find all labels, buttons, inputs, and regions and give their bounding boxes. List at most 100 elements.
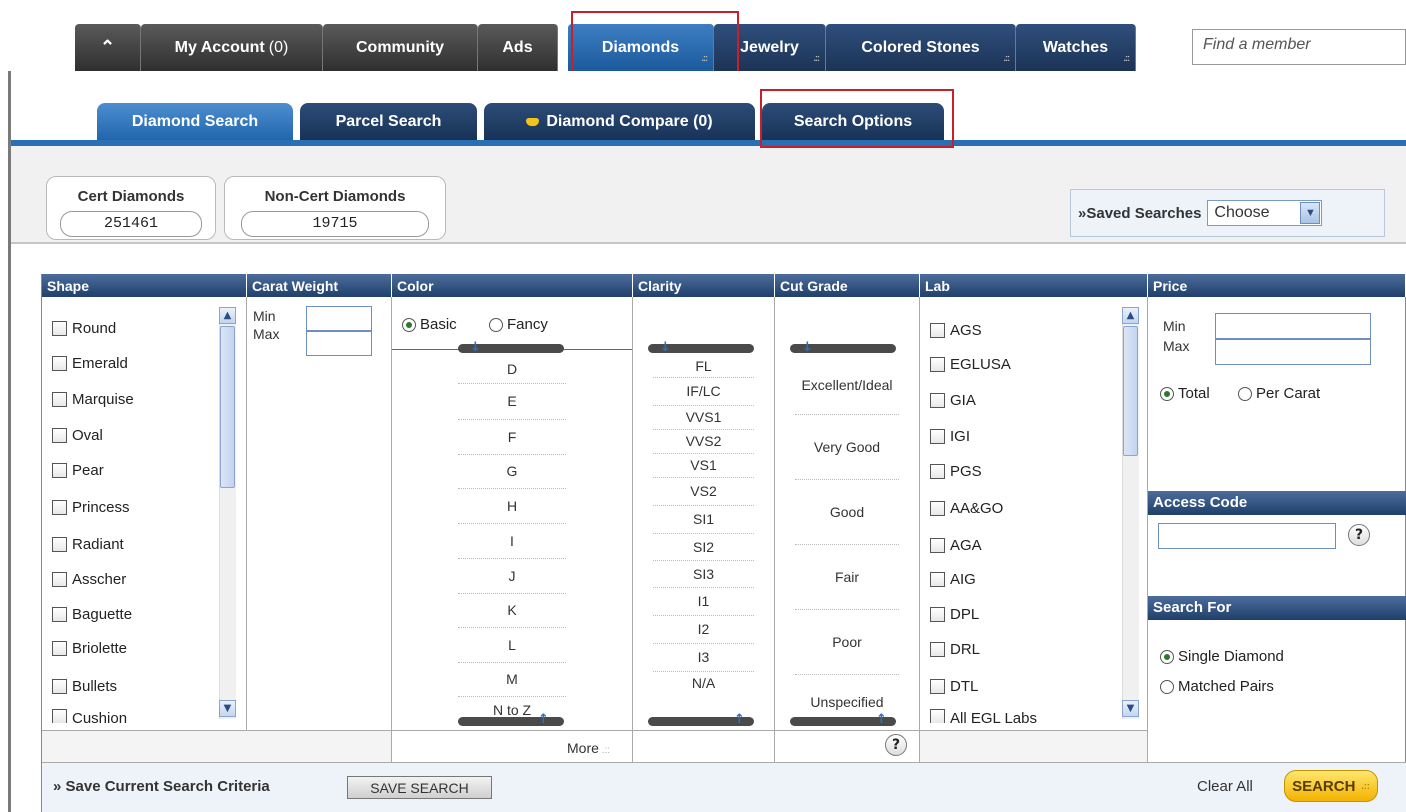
carat-max-input[interactable] — [306, 331, 372, 356]
scroll-up-icon[interactable]: ▲ — [219, 307, 236, 324]
slider-handle-icon[interactable]: ↑ — [876, 713, 888, 726]
tab-search-options[interactable]: Search Options — [762, 103, 944, 140]
clarity-option[interactable]: I3 — [653, 644, 754, 672]
clarity-option[interactable]: I2 — [653, 616, 754, 644]
home-tab[interactable]: ⌃ — [75, 24, 141, 71]
saved-search-select[interactable]: Choose ▼ — [1207, 200, 1323, 226]
lab-option[interactable]: AGA — [930, 534, 982, 556]
clarity-option[interactable]: VS2 — [653, 478, 754, 506]
non-cert-diamonds-count[interactable]: Non-Cert Diamonds 19715 — [224, 176, 446, 240]
lab-option[interactable]: AIG — [930, 568, 976, 590]
clarity-option[interactable]: N/A — [653, 672, 754, 694]
checkbox[interactable] — [52, 499, 67, 515]
radio-icon[interactable] — [402, 317, 416, 332]
chevron-down-icon[interactable]: ▼ — [1300, 202, 1321, 224]
clarity-option[interactable]: VS1 — [653, 454, 754, 478]
slider-handle-icon[interactable]: ↓ — [660, 341, 672, 354]
cut-option[interactable]: Fair — [795, 545, 899, 610]
radio-icon[interactable] — [1238, 386, 1252, 401]
find-member-input[interactable]: Find a member — [1192, 29, 1406, 65]
checkbox[interactable] — [52, 355, 67, 371]
lab-option[interactable]: AGS — [930, 319, 982, 341]
matched-pairs-radio[interactable]: Matched Pairs — [1160, 678, 1274, 695]
checkbox[interactable] — [930, 322, 945, 338]
price-max-input[interactable] — [1215, 339, 1371, 365]
lab-option[interactable]: DPL — [930, 603, 979, 625]
scroll-down-icon[interactable]: ▼ — [219, 700, 236, 717]
color-fancy-radio[interactable]: Fancy — [489, 316, 548, 333]
lab-option[interactable]: All EGL Labs — [930, 707, 1037, 723]
lab-option[interactable]: EGLUSA — [930, 353, 1011, 375]
scroll-up-icon[interactable]: ▲ — [1122, 307, 1139, 324]
lab-option[interactable]: IGI — [930, 425, 970, 447]
checkbox[interactable] — [52, 462, 67, 478]
radio-icon[interactable] — [1160, 679, 1174, 694]
color-option[interactable]: I — [458, 524, 566, 559]
checkbox[interactable] — [52, 571, 67, 587]
shape-option[interactable]: Bullets — [52, 675, 117, 697]
checkbox[interactable] — [52, 536, 67, 552]
cut-option[interactable]: Poor — [795, 610, 899, 675]
scroll-thumb[interactable] — [220, 326, 235, 488]
checkbox[interactable] — [930, 606, 945, 622]
checkbox[interactable] — [930, 678, 945, 694]
checkbox[interactable] — [52, 678, 67, 694]
clarity-option[interactable]: VVS2 — [653, 430, 754, 454]
single-diamond-radio[interactable]: Single Diamond — [1160, 648, 1284, 665]
lab-option[interactable]: AA&GO — [930, 497, 1003, 519]
tab-diamond-compare[interactable]: Diamond Compare (0) — [484, 103, 755, 140]
tab-community[interactable]: Community — [323, 24, 478, 71]
shape-option[interactable]: Pear — [52, 459, 104, 481]
checkbox[interactable] — [930, 571, 945, 587]
price-total-radio[interactable]: Total — [1160, 385, 1210, 402]
shape-option[interactable]: Marquise — [52, 388, 134, 410]
color-option[interactable]: D — [458, 356, 566, 384]
slider-handle-icon[interactable]: ↑ — [734, 713, 746, 726]
checkbox[interactable] — [52, 320, 67, 336]
tab-ads[interactable]: Ads — [478, 24, 558, 71]
save-search-button[interactable]: SAVE SEARCH — [347, 776, 492, 799]
checkbox[interactable] — [52, 427, 67, 443]
price-per-carat-radio[interactable]: Per Carat — [1238, 385, 1320, 402]
checkbox[interactable] — [930, 428, 945, 444]
shape-option[interactable]: Oval — [52, 424, 103, 446]
shape-option[interactable]: Briolette — [52, 637, 127, 659]
clear-all-link[interactable]: Clear All — [1197, 778, 1253, 795]
cut-option[interactable]: Very Good — [795, 415, 899, 480]
checkbox[interactable] — [930, 709, 945, 723]
access-code-input[interactable] — [1158, 523, 1336, 549]
cut-option[interactable]: Good — [795, 480, 899, 545]
search-button[interactable]: SEARCH .:: — [1284, 770, 1378, 802]
price-min-input[interactable] — [1215, 313, 1371, 339]
clarity-option[interactable]: IF/LC — [653, 378, 754, 406]
color-more-link[interactable]: More .:: — [567, 740, 610, 756]
scroll-thumb[interactable] — [1123, 326, 1138, 456]
color-option[interactable]: E — [458, 384, 566, 420]
clarity-option[interactable]: SI2 — [653, 534, 754, 561]
tab-jewelry[interactable]: Jewelry .:: — [714, 24, 826, 71]
checkbox[interactable] — [52, 391, 67, 407]
checkbox[interactable] — [930, 463, 945, 479]
clarity-option[interactable]: SI1 — [653, 506, 754, 534]
slider-handle-icon[interactable]: ↓ — [802, 341, 814, 354]
help-icon[interactable]: ? — [1348, 524, 1370, 546]
radio-icon[interactable] — [1160, 386, 1174, 401]
checkbox[interactable] — [52, 709, 67, 723]
lab-option[interactable]: PGS — [930, 460, 982, 482]
checkbox[interactable] — [52, 606, 67, 622]
carat-min-input[interactable] — [306, 306, 372, 331]
clarity-option[interactable]: FL — [653, 356, 754, 378]
color-option[interactable]: L — [458, 628, 566, 663]
checkbox[interactable] — [52, 640, 67, 656]
color-option[interactable]: K — [458, 594, 566, 628]
checkbox[interactable] — [930, 500, 945, 516]
radio-icon[interactable] — [489, 317, 503, 332]
shape-option[interactable]: Asscher — [52, 568, 126, 590]
checkbox[interactable] — [930, 641, 945, 657]
tab-watches[interactable]: Watches .:: — [1016, 24, 1136, 71]
color-option[interactable]: J — [458, 559, 566, 594]
clarity-option[interactable]: I1 — [653, 588, 754, 616]
shape-option[interactable]: Radiant — [52, 533, 124, 555]
checkbox[interactable] — [930, 537, 945, 553]
clarity-option[interactable]: SI3 — [653, 561, 754, 588]
